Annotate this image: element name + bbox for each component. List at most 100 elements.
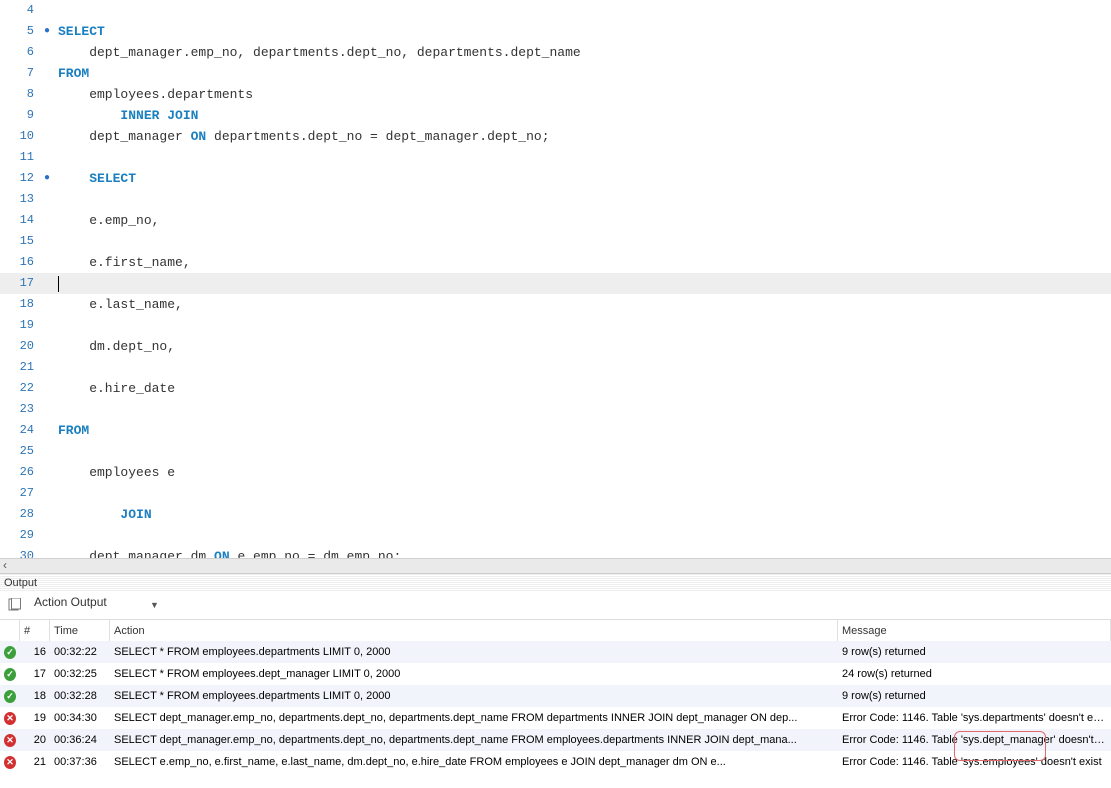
row-action: SELECT dept_manager.emp_no, departments.… — [110, 712, 838, 724]
output-row[interactable]: ✓1600:32:22SELECT * FROM employees.depar… — [0, 641, 1111, 663]
editor-line[interactable]: 20 dm.dept_no, — [0, 336, 1111, 357]
row-time: 00:36:24 — [50, 734, 110, 746]
line-number: 9 — [0, 105, 44, 126]
editor-line[interactable]: 19 — [0, 315, 1111, 336]
editor-line[interactable]: 29 — [0, 525, 1111, 546]
output-row[interactable]: ✕2100:37:36SELECT e.emp_no, e.first_name… — [0, 751, 1111, 773]
code-content[interactable]: dept_manager dm ON e.emp_no = dm.emp_no; — [58, 546, 1111, 558]
code-content[interactable]: SELECT — [58, 21, 1111, 42]
output-panel-label: Output — [4, 577, 37, 589]
code-content[interactable]: e.emp_no, — [58, 210, 1111, 231]
output-clear-icon[interactable] — [6, 596, 24, 614]
output-grid-header: # Time Action Message — [0, 619, 1111, 641]
editor-line[interactable]: 10 dept_manager ON departments.dept_no =… — [0, 126, 1111, 147]
line-number: 17 — [0, 273, 44, 294]
line-number: 18 — [0, 294, 44, 315]
success-icon: ✓ — [0, 646, 20, 659]
editor-horizontal-scrollbar[interactable] — [0, 558, 1111, 573]
editor-line[interactable]: 15 — [0, 231, 1111, 252]
editor-line[interactable]: 14 e.emp_no, — [0, 210, 1111, 231]
code-content[interactable]: FROM — [58, 420, 1111, 441]
editor-line[interactable]: 24 FROM — [0, 420, 1111, 441]
row-action: SELECT dept_manager.emp_no, departments.… — [110, 734, 838, 746]
row-time: 00:32:22 — [50, 646, 110, 658]
line-number: 7 — [0, 63, 44, 84]
editor-line[interactable]: 9 INNER JOIN — [0, 105, 1111, 126]
output-row[interactable]: ✕2000:36:24SELECT dept_manager.emp_no, d… — [0, 729, 1111, 751]
editor-line[interactable]: 28 JOIN — [0, 504, 1111, 525]
code-content[interactable]: INNER JOIN — [58, 105, 1111, 126]
error-icon: ✕ — [0, 712, 20, 725]
editor-line[interactable]: 16 e.first_name, — [0, 252, 1111, 273]
output-toolbar: Action Output ▼ — [0, 591, 1111, 619]
line-number: 27 — [0, 483, 44, 504]
row-message: Error Code: 1146. Table 'sys.dept_manage… — [838, 734, 1111, 746]
editor-line[interactable]: 18 e.last_name, — [0, 294, 1111, 315]
code-content[interactable]: employees.departments — [58, 84, 1111, 105]
row-index: 20 — [20, 734, 50, 746]
line-number: 29 — [0, 525, 44, 546]
error-icon: ✕ — [0, 734, 20, 747]
editor-line[interactable]: 7 FROM — [0, 63, 1111, 84]
output-row[interactable]: ✕1900:34:30SELECT dept_manager.emp_no, d… — [0, 707, 1111, 729]
editor-line[interactable]: 12● SELECT — [0, 168, 1111, 189]
editor-line[interactable]: 21 — [0, 357, 1111, 378]
editor-line[interactable]: 8 employees.departments — [0, 84, 1111, 105]
line-number: 25 — [0, 441, 44, 462]
code-content[interactable]: e.hire_date — [58, 378, 1111, 399]
editor-line[interactable]: 27 — [0, 483, 1111, 504]
code-content[interactable]: FROM — [58, 63, 1111, 84]
col-header-index: # — [20, 620, 50, 641]
breakpoint-marker[interactable]: ● — [44, 21, 58, 42]
editor-line[interactable]: 13 — [0, 189, 1111, 210]
row-message: Error Code: 1146. Table 'sys.employees' … — [838, 756, 1111, 768]
editor-line[interactable]: 26 employees e — [0, 462, 1111, 483]
editor-line[interactable]: 23 — [0, 399, 1111, 420]
success-icon: ✓ — [0, 668, 20, 681]
code-content[interactable] — [58, 273, 1111, 294]
output-grid[interactable]: # Time Action Message ✓1600:32:22SELECT … — [0, 619, 1111, 788]
editor-line[interactable]: 17 — [0, 273, 1111, 294]
line-number: 26 — [0, 462, 44, 483]
col-header-action: Action — [110, 620, 838, 641]
output-row[interactable]: ✓1800:32:28SELECT * FROM employees.depar… — [0, 685, 1111, 707]
code-content[interactable]: dept_manager ON departments.dept_no = de… — [58, 126, 1111, 147]
output-mode-select[interactable]: Action Output ▼ — [30, 595, 159, 615]
line-number: 24 — [0, 420, 44, 441]
editor-line[interactable]: 11 — [0, 147, 1111, 168]
row-time: 00:32:25 — [50, 668, 110, 680]
line-number: 14 — [0, 210, 44, 231]
code-content[interactable]: e.first_name, — [58, 252, 1111, 273]
line-number: 13 — [0, 189, 44, 210]
line-number: 23 — [0, 399, 44, 420]
code-content[interactable]: dept_manager.emp_no, departments.dept_no… — [58, 42, 1111, 63]
editor-line[interactable]: 5●SELECT — [0, 21, 1111, 42]
code-content[interactable]: SELECT — [58, 168, 1111, 189]
output-row[interactable]: ✓1700:32:25SELECT * FROM employees.dept_… — [0, 663, 1111, 685]
editor-line[interactable]: 4 — [0, 0, 1111, 21]
sql-editor[interactable]: 45●SELECT6 dept_manager.emp_no, departme… — [0, 0, 1111, 558]
success-icon: ✓ — [0, 690, 20, 703]
output-panel-header: Output — [0, 573, 1111, 591]
code-content[interactable]: dm.dept_no, — [58, 336, 1111, 357]
line-number: 4 — [0, 0, 44, 21]
row-action: SELECT * FROM employees.dept_manager LIM… — [110, 668, 838, 680]
code-content[interactable]: e.last_name, — [58, 294, 1111, 315]
line-number: 8 — [0, 84, 44, 105]
editor-line[interactable]: 6 dept_manager.emp_no, departments.dept_… — [0, 42, 1111, 63]
editor-line[interactable]: 25 — [0, 441, 1111, 462]
code-content[interactable]: JOIN — [58, 504, 1111, 525]
row-index: 16 — [20, 646, 50, 658]
editor-line[interactable]: 22 e.hire_date — [0, 378, 1111, 399]
row-index: 18 — [20, 690, 50, 702]
row-message: 9 row(s) returned — [838, 646, 1111, 658]
line-number: 5 — [0, 21, 44, 42]
line-number: 6 — [0, 42, 44, 63]
code-content[interactable]: employees e — [58, 462, 1111, 483]
chevron-down-icon: ▼ — [150, 600, 159, 610]
row-action: SELECT * FROM employees.departments LIMI… — [110, 690, 838, 702]
text-cursor — [58, 276, 59, 292]
line-number: 28 — [0, 504, 44, 525]
editor-line[interactable]: 30 dept_manager dm ON e.emp_no = dm.emp_… — [0, 546, 1111, 558]
breakpoint-marker[interactable]: ● — [44, 168, 58, 189]
